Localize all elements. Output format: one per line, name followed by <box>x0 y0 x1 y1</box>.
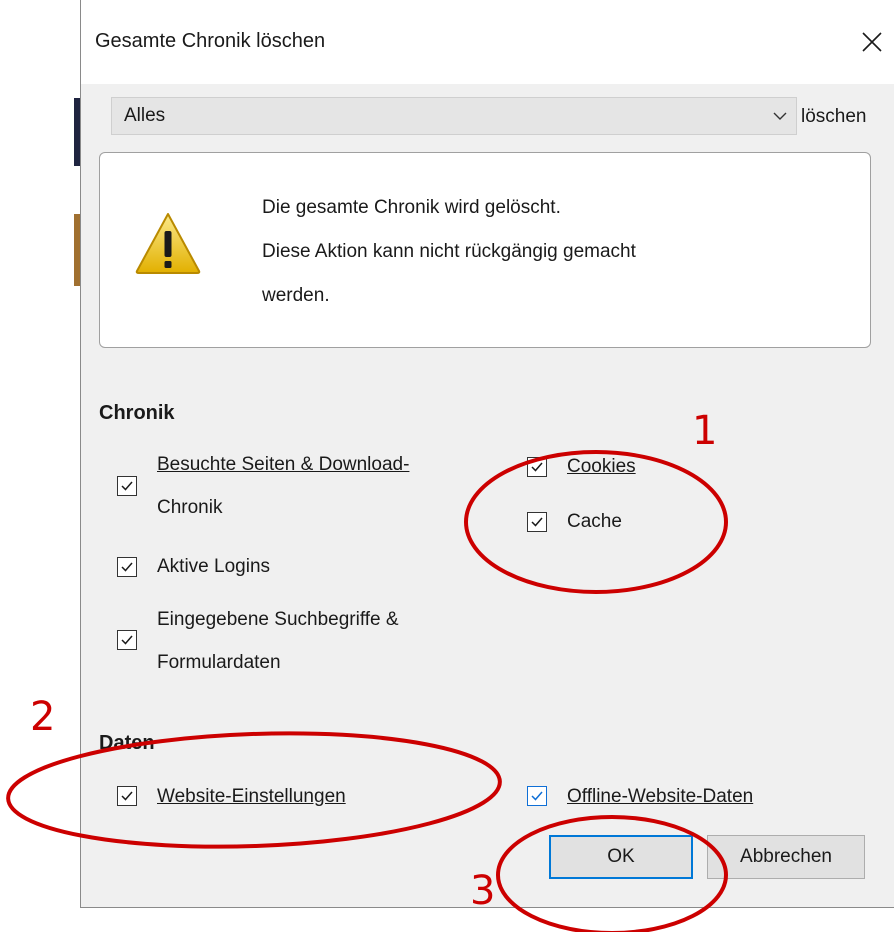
cancel-button[interactable]: Abbrechen <box>707 835 865 879</box>
checkmark-icon <box>121 635 133 645</box>
cache-checkbox[interactable] <box>527 512 547 532</box>
visited-pages-checkbox[interactable] <box>117 476 137 496</box>
checkmark-icon <box>121 481 133 491</box>
time-range-value: Alles <box>124 105 166 126</box>
checkmark-icon <box>531 462 543 472</box>
site-settings-label[interactable]: Website-Einstellungen <box>157 776 346 818</box>
dialog-title: Gesamte Chronik löschen <box>95 30 326 52</box>
warning-text: Die gesamte Chronik wird gelöscht. <box>262 197 561 218</box>
history-section-heading: Chronik <box>99 402 175 424</box>
cache-label[interactable]: Cache <box>567 501 622 543</box>
close-icon <box>862 32 882 52</box>
form-data-checkbox[interactable] <box>117 630 137 650</box>
checkmark-icon <box>121 791 133 801</box>
cookies-checkbox[interactable] <box>527 457 547 477</box>
checkmark-icon <box>531 517 543 527</box>
site-settings-checkbox[interactable] <box>117 786 137 806</box>
clear-history-dialog: Gesamte Chronik löschen Alles löschen Di… <box>80 0 894 908</box>
active-logins-checkbox[interactable] <box>117 557 137 577</box>
form-data-label[interactable]: Eingegebene Suchbegriffe & <box>157 599 399 641</box>
warning-box: Die gesamte Chronik wird gelöscht. Diese… <box>99 152 871 348</box>
warning-text: werden. <box>262 285 330 306</box>
ok-button[interactable]: OK <box>549 835 693 879</box>
data-section-heading: Daten <box>99 732 155 754</box>
checkmark-icon <box>531 791 543 801</box>
cookies-label[interactable]: Cookies <box>567 446 636 488</box>
title-bar: Gesamte Chronik löschen <box>81 0 894 84</box>
active-logins-label[interactable]: Aktive Logins <box>157 546 270 588</box>
visited-pages-label[interactable]: Chronik <box>157 487 222 529</box>
form-data-label[interactable]: Formulardaten <box>157 642 281 684</box>
warning-text: Diese Aktion kann nicht rückgängig gemac… <box>262 241 636 262</box>
checkmark-icon <box>121 562 133 572</box>
chevron-down-icon <box>773 112 787 120</box>
close-button[interactable] <box>849 20 894 64</box>
time-range-suffix: löschen <box>801 106 867 127</box>
warning-icon <box>135 213 201 274</box>
time-range-select[interactable]: Alles <box>111 97 797 135</box>
offline-data-label[interactable]: Offline-Website-Daten <box>567 776 753 818</box>
offline-data-checkbox[interactable] <box>527 786 547 806</box>
background-window <box>0 0 80 932</box>
visited-pages-label[interactable]: Besuchte Seiten & Download- <box>157 444 409 486</box>
